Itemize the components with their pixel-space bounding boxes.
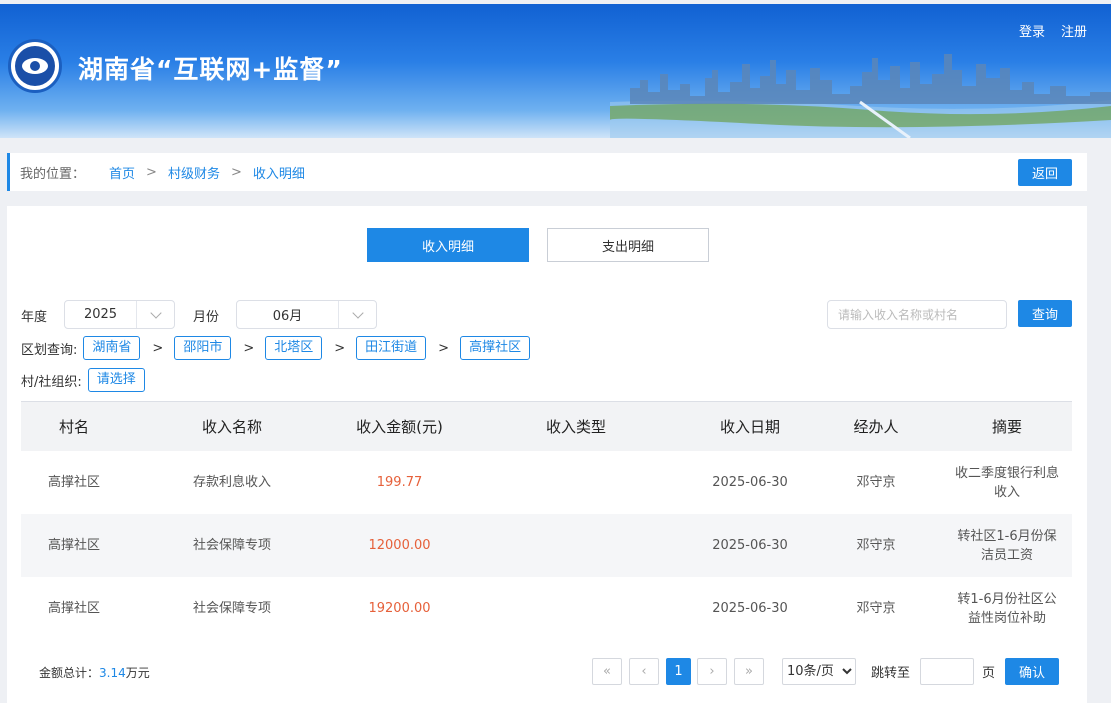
- col-summary: 摘要: [991, 418, 1022, 436]
- tab-expense-detail[interactable]: 支出明细: [547, 228, 709, 262]
- goto-label: 跳转至: [871, 666, 911, 681]
- table-row[interactable]: 高撑社区 社会保障专项 12000.00 2025-06-30 邓守京 转社区1…: [21, 514, 1072, 577]
- col-amount: 收入金额(元): [356, 418, 443, 436]
- header-banner: 湖南省“互联网+监督” 登录 注册: [0, 0, 1111, 138]
- cell-income-name: 存款利息收入: [192, 475, 271, 490]
- page-size-select[interactable]: 10条/页: [782, 658, 856, 685]
- amount-total: 金额总计：3.14万元: [39, 664, 150, 681]
- col-type: 收入类型: [545, 418, 606, 436]
- region-chip-province[interactable]: 湖南省: [83, 336, 141, 360]
- cell-summary: 收二季度银行利息收入: [954, 465, 1059, 500]
- month-value: 06月: [272, 309, 303, 324]
- city-skyline-illustration: [610, 54, 1111, 138]
- region-chip-district[interactable]: 北塔区: [265, 336, 323, 360]
- region-filter: 区划查询: 湖南省 > 邵阳市 > 北塔区 > 田江街道 > 高撑社区: [21, 336, 531, 360]
- breadcrumb-village-finance[interactable]: 村级财务: [168, 163, 220, 182]
- cell-village: 高撑社区: [47, 538, 100, 553]
- year-select[interactable]: 2025: [64, 300, 175, 329]
- breadcrumb-income-detail[interactable]: 收入明细: [253, 163, 305, 182]
- breadcrumb-home[interactable]: 首页: [109, 163, 135, 182]
- cell-date: 2025-06-30: [712, 601, 788, 616]
- login-link[interactable]: 登录: [1019, 21, 1045, 40]
- auth-links: 登录 注册: [1019, 21, 1087, 40]
- breadcrumb: 我的位置： 首页 > 村级财务 > 收入明细 返回: [7, 153, 1087, 191]
- tab-bar: 收入明细 支出明细: [367, 228, 709, 262]
- goto-page-input[interactable]: [920, 658, 975, 685]
- main-panel: 收入明细 支出明细 年度 2025 月份 06月 查询 区划查询: 湖南省 > …: [7, 206, 1087, 703]
- cell-amount: 199.77: [376, 475, 423, 490]
- cell-handler: 邓守京: [856, 601, 896, 616]
- income-table: 村名 收入名称 收入金额(元) 收入类型 收入日期 经办人 摘要 高撑社区 存款…: [21, 401, 1072, 640]
- region-chip-street[interactable]: 田江街道: [356, 336, 427, 360]
- year-value: 2025: [83, 307, 118, 322]
- cell-date: 2025-06-30: [712, 475, 788, 490]
- cell-income-name: 社会保障专项: [192, 601, 271, 616]
- total-unit: 万元: [125, 666, 150, 680]
- cell-amount: 19200.00: [368, 601, 431, 616]
- page-number-current[interactable]: 1: [666, 658, 691, 685]
- back-button[interactable]: 返回: [1018, 159, 1072, 186]
- col-date: 收入日期: [719, 418, 780, 436]
- cell-handler: 邓守京: [856, 475, 896, 490]
- first-page-button[interactable]: «: [592, 658, 622, 685]
- total-label: 金额总计：: [39, 666, 100, 680]
- breadcrumb-separator: >: [230, 164, 242, 180]
- year-label: 年度: [21, 310, 48, 325]
- next-page-button[interactable]: ›: [697, 658, 727, 685]
- last-page-button[interactable]: »: [734, 658, 764, 685]
- region-label: 区划查询:: [21, 342, 78, 358]
- pagination: « ‹ 1 › » 10条/页 跳转至 页 确认: [592, 658, 1060, 685]
- table-row[interactable]: 高撑社区 存款利息收入 199.77 2025-06-30 邓守京 收二季度银行…: [21, 451, 1072, 514]
- cell-income-name: 社会保障专项: [192, 538, 271, 553]
- chevron-down-icon: [136, 301, 174, 328]
- region-chip-community[interactable]: 高撑社区: [460, 336, 531, 360]
- tab-income-detail[interactable]: 收入明细: [367, 228, 529, 262]
- org-filter: 村/社组织: 请选择: [21, 368, 145, 392]
- logo-ring: [15, 46, 55, 86]
- col-income-name: 收入名称: [201, 418, 262, 436]
- site-title: 湖南省“互联网+监督”: [78, 55, 343, 84]
- search-input[interactable]: [827, 300, 1007, 329]
- eye-icon: [22, 58, 48, 74]
- cell-village: 高撑社区: [47, 475, 100, 490]
- prev-page-button[interactable]: ‹: [629, 658, 659, 685]
- table-row[interactable]: 高撑社区 社会保障专项 19200.00 2025-06-30 邓守京 转1-6…: [21, 577, 1072, 640]
- query-button[interactable]: 查询: [1018, 300, 1072, 327]
- cell-village: 高撑社区: [47, 601, 100, 616]
- cell-summary: 转社区1-6月份保洁员工资: [957, 528, 1057, 563]
- col-village: 村名: [58, 418, 89, 436]
- chevron-down-icon: [338, 301, 376, 328]
- org-label: 村/社组织:: [21, 374, 82, 390]
- org-select-chip[interactable]: 请选择: [87, 368, 145, 392]
- month-label: 月份: [193, 310, 220, 325]
- page-unit-label: 页: [982, 666, 996, 681]
- region-chip-city[interactable]: 邵阳市: [174, 336, 232, 360]
- cell-handler: 邓守京: [856, 538, 896, 553]
- breadcrumb-label: 我的位置：: [20, 166, 86, 182]
- cell-summary: 转1-6月份社区公益性岗位补助: [957, 591, 1057, 626]
- breadcrumb-separator: >: [146, 164, 157, 180]
- col-handler: 经办人: [853, 418, 899, 436]
- month-select[interactable]: 06月: [236, 300, 377, 329]
- cell-date: 2025-06-30: [712, 538, 788, 553]
- table-header: 村名 收入名称 收入金额(元) 收入类型 收入日期 经办人 摘要: [21, 401, 1072, 451]
- top-strip: [0, 0, 1111, 4]
- site-logo: [8, 39, 62, 93]
- total-value: 3.14: [99, 666, 126, 680]
- confirm-goto-button[interactable]: 确认: [1005, 658, 1060, 685]
- register-link[interactable]: 注册: [1061, 21, 1087, 40]
- cell-amount: 12000.00: [368, 538, 431, 553]
